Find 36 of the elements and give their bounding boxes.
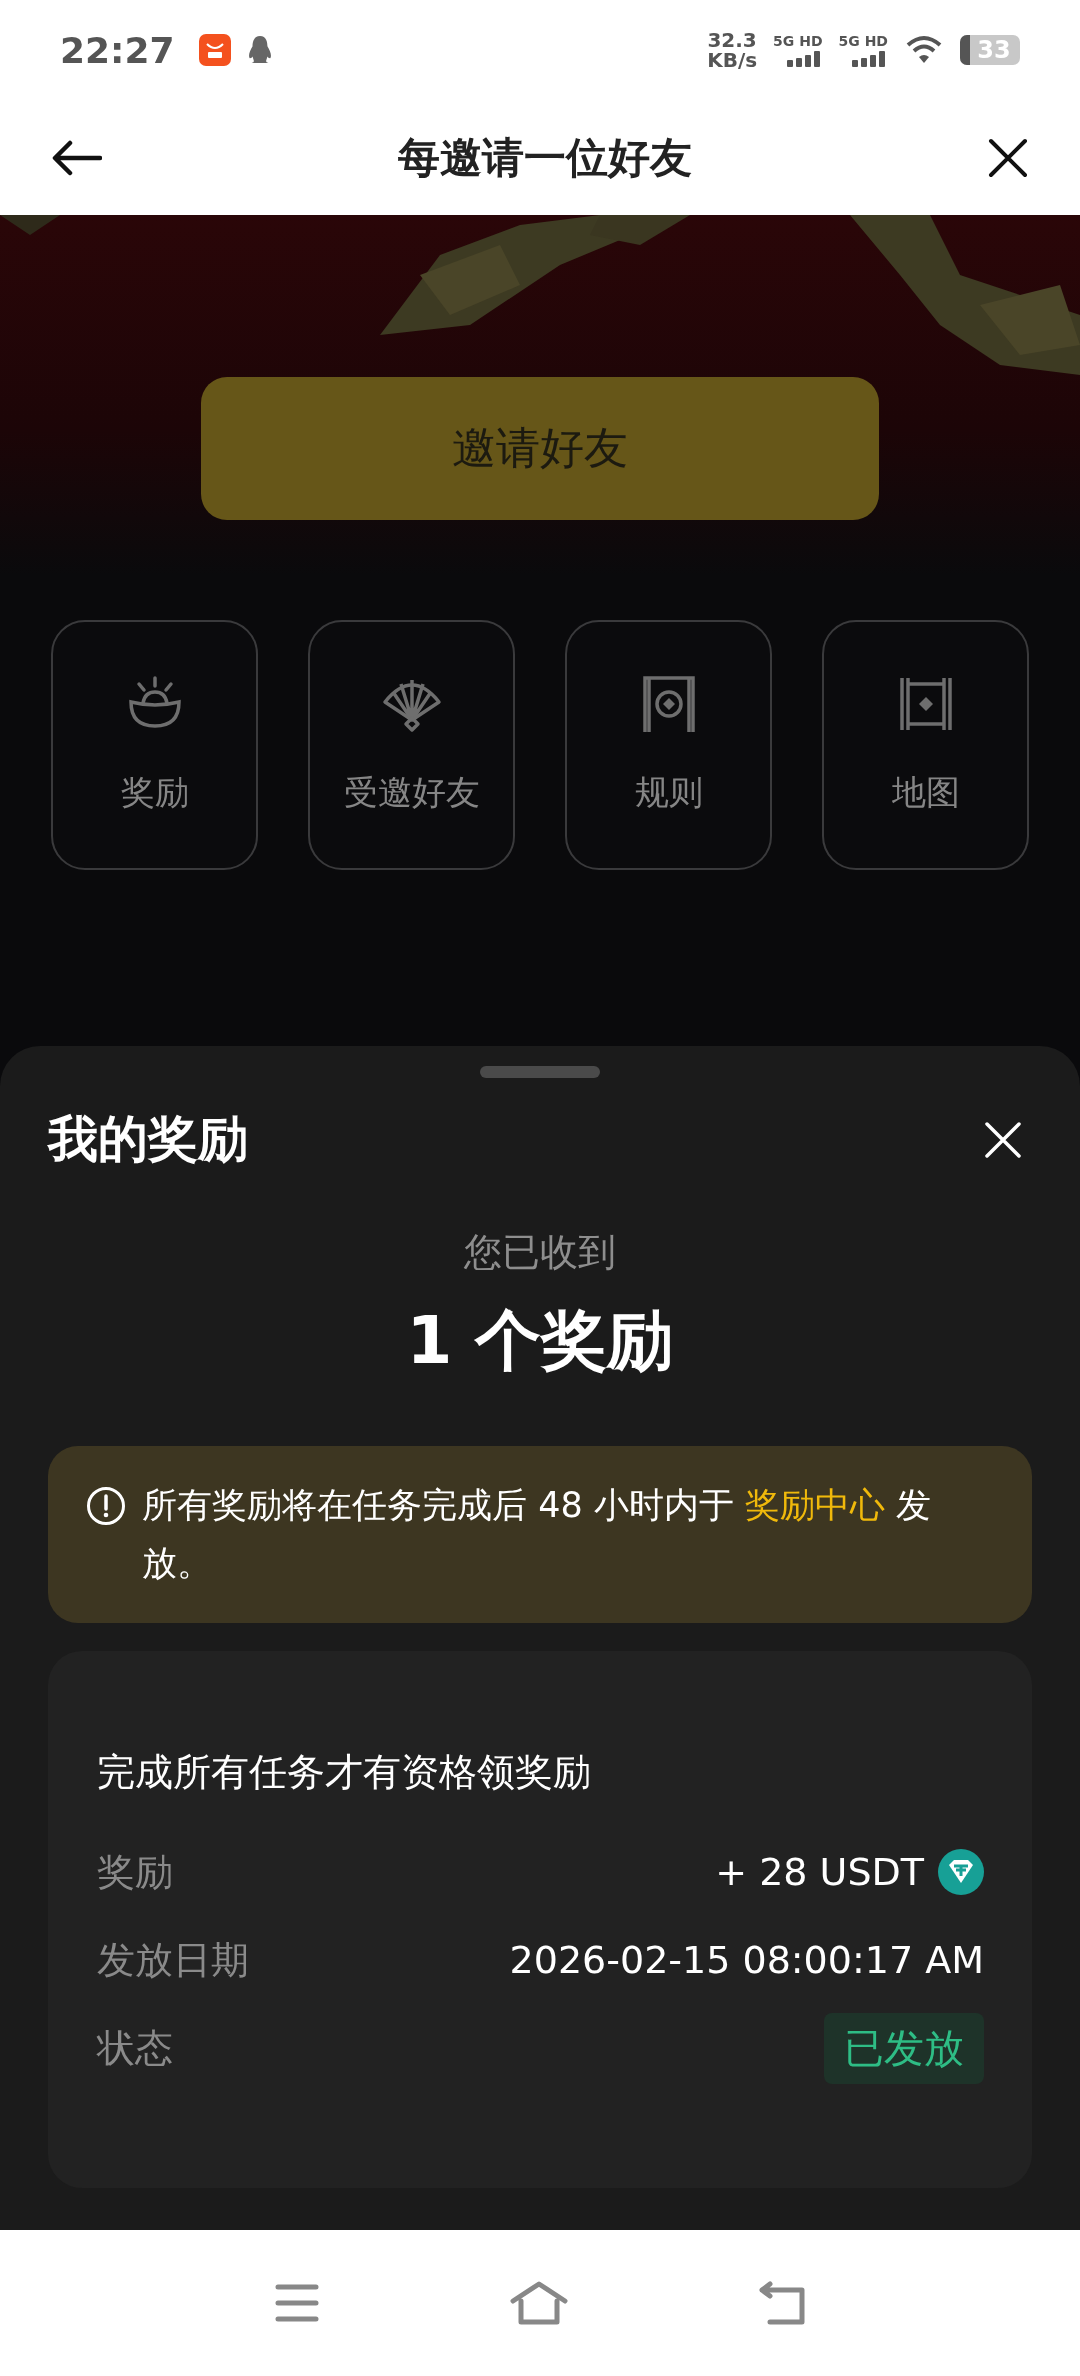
row-label: 状态	[97, 2024, 173, 2072]
reward-center-link[interactable]: 奖励中心	[744, 1485, 885, 1525]
penguin-icon	[246, 34, 273, 66]
notice-text: 所有奖励将在任务完成后 48 小时内于 奖励中心 发放。	[142, 1484, 933, 1585]
network-speed-unit: KB/s	[707, 50, 758, 70]
reward-card-title: 完成所有任务才有资格领奖励	[97, 1749, 592, 1796]
reward-count: 1 个奖励	[406, 1301, 674, 1381]
wifi-icon	[904, 35, 944, 65]
info-icon	[86, 1486, 126, 1526]
signal-icon	[852, 51, 888, 67]
coin-icon	[938, 1849, 984, 1895]
shortcut-tile[interactable]: 受邀好友	[308, 620, 515, 870]
status-time: 22:27	[60, 29, 175, 71]
reward-amount: + 28 USDT	[715, 1850, 924, 1894]
received-label: 您已收到	[464, 1229, 616, 1276]
shortcut-tile[interactable]: 地图	[822, 620, 1029, 870]
gate-icon	[640, 674, 697, 734]
row-label: 发放日期	[97, 1936, 249, 1984]
page-title: 每邀请一位好友	[398, 131, 692, 184]
drag-handle[interactable]	[480, 1066, 600, 1078]
network-type: 5G HD	[838, 33, 888, 49]
home-icon[interactable]	[510, 2281, 568, 2325]
menu-icon[interactable]	[274, 2283, 320, 2323]
signal-icon	[786, 51, 823, 67]
app-notification-icon	[198, 34, 231, 66]
back-arrow-icon[interactable]	[52, 139, 102, 176]
back-icon[interactable]	[758, 2281, 806, 2325]
shortcut-tile[interactable]: 奖励	[51, 620, 258, 870]
shortcut-tile[interactable]: 规则	[565, 620, 772, 870]
status-badge: 已发放	[824, 2012, 984, 2084]
network-type: 5G HD	[773, 33, 823, 49]
close-icon[interactable]	[988, 137, 1028, 178]
sheet-title: 我的奖励	[48, 1109, 248, 1170]
row-value: 2026-02-15 08:00:17 AM	[509, 1938, 984, 1982]
network-speed: 32.3	[707, 30, 757, 50]
row-label: 奖励	[97, 1848, 173, 1896]
